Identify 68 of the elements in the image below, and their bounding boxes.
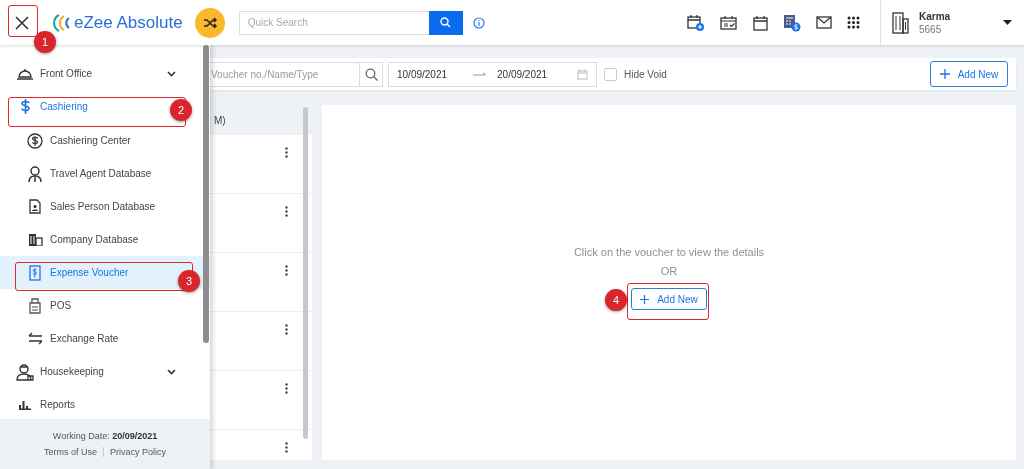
more-options-icon[interactable] bbox=[285, 324, 288, 335]
chevron-down-icon bbox=[167, 368, 176, 375]
shuffle-icon bbox=[202, 16, 217, 29]
more-options-icon[interactable] bbox=[285, 265, 288, 276]
search-icon bbox=[364, 67, 378, 81]
billing-icon[interactable] bbox=[783, 13, 801, 32]
start-date: 10/09/2021 bbox=[397, 68, 448, 80]
submenu-item[interactable]: Sales Person Database bbox=[0, 190, 202, 223]
arrow-icon bbox=[473, 71, 488, 77]
building-icon bbox=[27, 233, 43, 246]
add-new-button[interactable]: Add New bbox=[930, 61, 1008, 87]
dollar-coin-icon bbox=[27, 132, 43, 149]
hide-void-checkbox[interactable] bbox=[604, 67, 617, 81]
submenu-item[interactable]: POS bbox=[0, 289, 202, 322]
voucher-icon bbox=[29, 264, 41, 281]
calendar-add-icon[interactable] bbox=[687, 13, 705, 32]
add-new-button[interactable]: Add New bbox=[631, 288, 707, 310]
info-icon[interactable] bbox=[472, 16, 485, 29]
property-switcher[interactable]: Karma 5665 bbox=[880, 0, 1024, 45]
housekeeper-icon bbox=[16, 362, 34, 381]
menu-item[interactable]: Front Office bbox=[0, 57, 202, 90]
checkbox-label: Hide Void bbox=[624, 68, 667, 80]
property-name: Karma bbox=[919, 9, 951, 23]
menu-item[interactable]: Cashiering bbox=[0, 90, 166, 123]
more-options-icon[interactable] bbox=[285, 147, 288, 158]
bell-icon bbox=[17, 67, 33, 80]
exchange-icon bbox=[27, 332, 43, 345]
end-date: 20/09/2021 bbox=[497, 68, 548, 80]
footer-link[interactable]: Privacy Policy bbox=[110, 447, 166, 457]
calendar-icon[interactable] bbox=[753, 14, 768, 31]
dollar-icon bbox=[20, 99, 30, 114]
or-separator: OR bbox=[660, 265, 678, 277]
date-range-field[interactable]: 10/09/2021 20/09/2021 bbox=[388, 61, 597, 87]
scrollbar[interactable] bbox=[203, 45, 209, 343]
search-icon bbox=[440, 17, 452, 28]
scrollbar[interactable] bbox=[303, 107, 308, 439]
pos-terminal-icon bbox=[29, 297, 41, 314]
contact-card-icon bbox=[29, 199, 41, 214]
switch-button[interactable] bbox=[194, 7, 225, 38]
submenu-item[interactable]: Exchange Rate bbox=[0, 322, 202, 355]
chevron-down-icon bbox=[167, 70, 176, 77]
column-header: M) bbox=[214, 114, 226, 126]
search-button[interactable] bbox=[359, 61, 383, 87]
bar-chart-icon bbox=[19, 399, 31, 410]
caret-icon bbox=[1003, 20, 1012, 25]
property-code: 5665 bbox=[919, 22, 943, 36]
mail-icon[interactable] bbox=[816, 16, 832, 29]
more-options-icon[interactable] bbox=[285, 206, 288, 217]
person-icon bbox=[28, 165, 42, 182]
more-options-icon[interactable] bbox=[285, 383, 288, 394]
apps-grid-icon[interactable] bbox=[847, 16, 860, 29]
empty-state-message: Click on the voucher to view the details bbox=[573, 246, 765, 258]
quick-search-field[interactable]: Quick Search bbox=[238, 10, 429, 35]
submenu-item[interactable]: Cashiering Center bbox=[0, 124, 202, 157]
footer-link[interactable]: Terms of Use bbox=[44, 447, 97, 457]
submenu-item[interactable]: Travel Agent Database bbox=[0, 157, 202, 190]
working-date: Working Date: 20/09/2021 bbox=[52, 431, 158, 441]
app-logo: eZee Absolute bbox=[74, 12, 183, 33]
more-options-icon[interactable] bbox=[285, 442, 288, 453]
plus-icon bbox=[640, 294, 650, 304]
search-button[interactable] bbox=[428, 10, 463, 35]
menu-item[interactable]: Housekeeping bbox=[0, 355, 202, 388]
calendar-check-icon[interactable] bbox=[720, 14, 738, 31]
plus-icon bbox=[939, 69, 950, 79]
building-icon bbox=[892, 11, 909, 34]
highlight-frame bbox=[8, 5, 38, 37]
submenu-item[interactable]: Company Database bbox=[0, 223, 202, 256]
menu-item[interactable]: Reports bbox=[0, 388, 202, 419]
